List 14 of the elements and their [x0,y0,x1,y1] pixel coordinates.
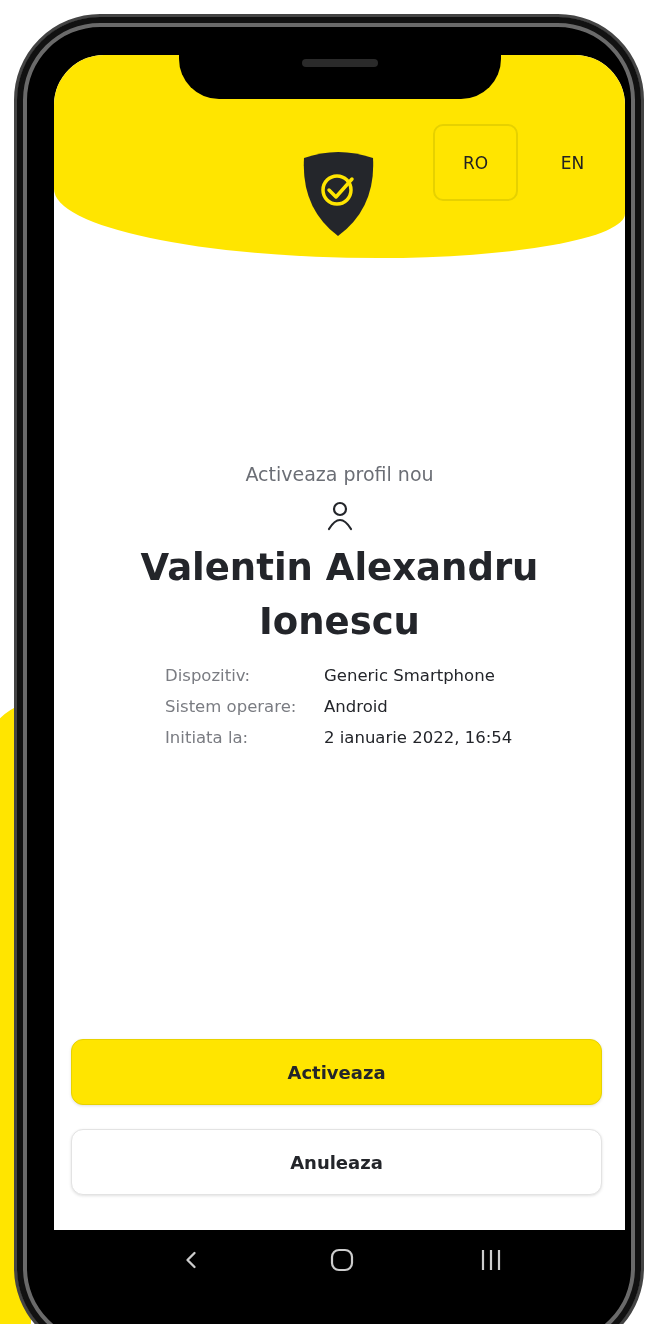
profile-name: Valentin Alexandru Ionescu [139,545,540,645]
home-icon [329,1248,354,1272]
activate-button[interactable]: Activeaza [71,1039,602,1105]
detail-value: Android [324,697,389,717]
detail-label: Dispozitiv: [165,666,252,686]
cancel-button[interactable]: Anuleaza [71,1129,602,1195]
person-icon [326,501,353,531]
page-title: Activeaza profil nou [245,463,434,485]
detail-value: Generic Smartphone [324,666,496,686]
detail-value: 2 ianuarie 2022, 16:54 [324,728,514,748]
language-button[interactable]: EN [530,124,615,201]
language-button[interactable]: RO [433,124,518,201]
detail-label: Sistem operare: [165,697,298,717]
detail-label: Initiata la: [165,728,250,748]
